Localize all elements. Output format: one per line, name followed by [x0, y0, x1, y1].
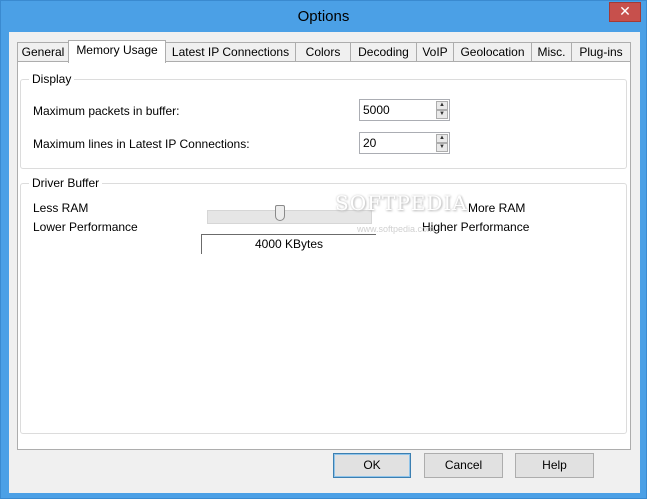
max-packets-value[interactable]: 5000 [363, 103, 390, 117]
display-group-title: Display [29, 72, 75, 86]
tab-colors[interactable]: Colors [295, 42, 351, 62]
close-button[interactable]: ✕ [609, 2, 641, 22]
driver-buffer-group-title: Driver Buffer [29, 176, 103, 190]
spin-down-icon[interactable]: ▼ [436, 110, 448, 119]
options-window: Options ✕ General Memory Usage Latest IP… [0, 0, 647, 499]
spin-down-icon[interactable]: ▼ [436, 143, 448, 152]
softpedia-watermark-url: www.softpedia.com [357, 224, 435, 234]
display-group: Display Maximum packets in buffer: 5000 … [20, 72, 627, 169]
title-bar[interactable]: Options ✕ [1, 1, 646, 32]
max-lines-spin-arrows: ▲ ▼ [436, 134, 448, 152]
tab-latest-ip-connections[interactable]: Latest IP Connections [165, 42, 296, 62]
lower-performance-label: Lower Performance [33, 220, 138, 234]
max-lines-spinner[interactable]: 20 ▲ ▼ [359, 132, 450, 154]
cancel-button[interactable]: Cancel [424, 453, 503, 478]
max-packets-spin-arrows: ▲ ▼ [436, 101, 448, 119]
close-icon: ✕ [619, 3, 631, 19]
tab-plug-ins[interactable]: Plug-ins [571, 42, 631, 62]
window-title: Options [297, 8, 350, 25]
less-ram-label: Less RAM [33, 201, 89, 215]
dialog-client-area: General Memory Usage Latest IP Connectio… [9, 32, 640, 493]
max-packets-label: Maximum packets in buffer: [33, 104, 180, 118]
tab-memory-usage[interactable]: Memory Usage [68, 40, 166, 63]
max-packets-spinner[interactable]: 5000 ▲ ▼ [359, 99, 450, 121]
tab-geolocation[interactable]: Geolocation [453, 42, 532, 62]
memory-usage-panel: Display Maximum packets in buffer: 5000 … [17, 61, 631, 450]
buffer-size-readout: 4000 KBytes [201, 234, 376, 254]
spin-up-icon[interactable]: ▲ [436, 101, 448, 110]
tab-general[interactable]: General [17, 42, 69, 62]
tab-decoding[interactable]: Decoding [350, 42, 417, 62]
max-lines-label: Maximum lines in Latest IP Connections: [33, 137, 250, 151]
help-button[interactable]: Help [515, 453, 594, 478]
higher-performance-label: Higher Performance [422, 220, 530, 234]
more-ram-label: More RAM [468, 201, 526, 215]
tab-voip[interactable]: VoIP [416, 42, 454, 62]
softpedia-watermark: SOFTPEDIA [335, 191, 468, 215]
spin-up-icon[interactable]: ▲ [436, 134, 448, 143]
ok-button[interactable]: OK [333, 453, 411, 478]
max-lines-value[interactable]: 20 [363, 136, 376, 150]
buffer-size-slider-thumb[interactable] [275, 205, 286, 221]
tab-misc[interactable]: Misc. [531, 42, 572, 62]
driver-buffer-group: Driver Buffer Less RAM More RAM Lower Pe… [20, 176, 627, 434]
